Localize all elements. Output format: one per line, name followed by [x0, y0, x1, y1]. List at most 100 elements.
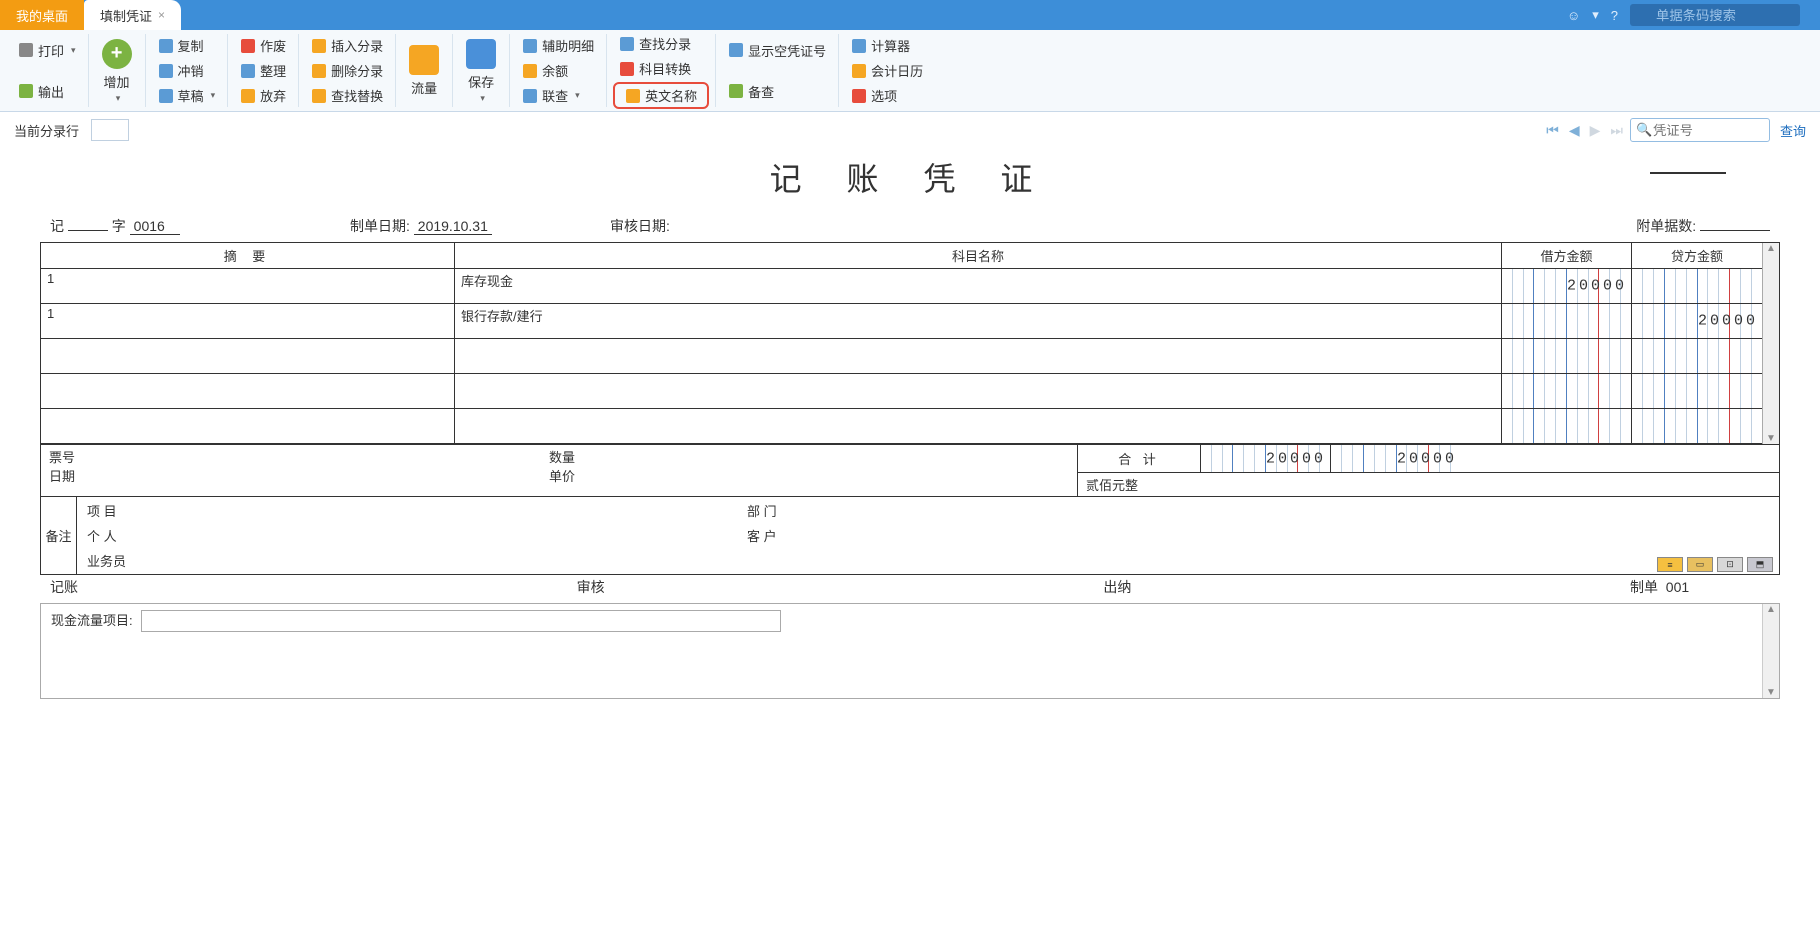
- sig-maker-value: 001: [1666, 579, 1689, 595]
- scroll-down-icon[interactable]: ▼: [1763, 687, 1779, 698]
- total-label: 合 计: [1078, 445, 1201, 472]
- smile-icon[interactable]: ☺: [1567, 8, 1580, 23]
- linked-query-button[interactable]: 联查: [516, 84, 600, 107]
- summary-cell[interactable]: [41, 374, 455, 408]
- tab-voucher-label: 填制凭证: [100, 6, 152, 25]
- find-replace-button[interactable]: 查找替换: [305, 84, 389, 107]
- sig-cashier: 出纳: [1103, 577, 1630, 597]
- summary-cell[interactable]: [41, 409, 455, 443]
- credit-cell[interactable]: 20000: [1632, 304, 1762, 338]
- sig-audit: 审核: [577, 577, 1104, 597]
- account-cell[interactable]: 银行存款/建行: [455, 304, 1502, 338]
- debit-cell[interactable]: [1502, 409, 1632, 443]
- price-label: 单价: [549, 466, 575, 485]
- attachments-field[interactable]: [1700, 230, 1770, 231]
- void-button[interactable]: 作废: [234, 34, 292, 57]
- debit-cell[interactable]: [1502, 374, 1632, 408]
- credit-cell[interactable]: [1632, 339, 1762, 373]
- aux-detail-button[interactable]: 辅助明细: [516, 34, 600, 57]
- table-row: 1 库存现金 20000: [41, 269, 1762, 304]
- dept-label: 部 门: [747, 501, 777, 520]
- mini-toolbar: ≡ ▭ ⊡ ⬒: [1657, 557, 1773, 572]
- english-name-button[interactable]: 英文名称: [619, 84, 703, 107]
- mini-btn-3[interactable]: ⊡: [1717, 557, 1743, 572]
- credit-cell[interactable]: [1632, 374, 1762, 408]
- account-cell[interactable]: [455, 339, 1502, 373]
- scroll-up-icon[interactable]: ▲: [1763, 604, 1779, 615]
- audit-doc-button[interactable]: 备查: [722, 80, 832, 103]
- tab-desktop[interactable]: 我的桌面: [0, 0, 84, 30]
- amount-words: 贰佰元整: [1078, 473, 1779, 496]
- current-entry-label: 当前分录行: [14, 121, 79, 140]
- salesman-label: 业务员: [87, 551, 747, 570]
- mini-btn-2[interactable]: ▭: [1687, 557, 1713, 572]
- mini-btn-1[interactable]: ≡: [1657, 557, 1683, 572]
- query-link[interactable]: 查询: [1780, 121, 1806, 140]
- cashflow-input[interactable]: [141, 610, 781, 632]
- ribbon-toolbar: 打印 输出 +增加 复制 冲销 草稿 作废 整理 放弃 插入分录 删除分录 查找…: [0, 30, 1820, 112]
- show-empty-button[interactable]: 显示空凭证号: [722, 39, 832, 62]
- tab-voucher[interactable]: 填制凭证 ×: [84, 0, 181, 30]
- close-icon[interactable]: ×: [158, 8, 165, 22]
- top-tab-bar: 我的桌面 填制凭证 × ☺ ▾ ? 🔍: [0, 0, 1820, 30]
- total-credit-cell: 20000: [1331, 445, 1461, 472]
- output-button[interactable]: 输出: [12, 80, 82, 103]
- scroll-down-icon[interactable]: ▼: [1763, 433, 1779, 444]
- make-date-field[interactable]: 2019.10.31: [414, 218, 492, 235]
- col-credit-header: 贷方金额: [1632, 243, 1762, 268]
- voucher-panel: 记 账 凭 证 记 字 0016 制单日期: 2019.10.31 审核日期: …: [0, 148, 1820, 699]
- mini-btn-4[interactable]: ⬒: [1747, 557, 1773, 572]
- nav-prev-icon[interactable]: ◀: [1566, 120, 1583, 141]
- options-button[interactable]: 选项: [845, 84, 929, 107]
- scroll-up-icon[interactable]: ▲: [1763, 243, 1779, 254]
- summary-cell[interactable]: 1: [41, 304, 455, 338]
- acct-convert-button[interactable]: 科目转换: [613, 57, 709, 80]
- project-label: 项 目: [87, 501, 747, 520]
- summary-cell[interactable]: [41, 339, 455, 373]
- find-entry-button[interactable]: 查找分录: [613, 32, 709, 55]
- current-entry-input[interactable]: [91, 119, 129, 141]
- table-row: 1 银行存款/建行 20000: [41, 304, 1762, 339]
- account-cell[interactable]: 库存现金: [455, 269, 1502, 303]
- person-label: 个 人: [87, 526, 747, 545]
- tidy-button[interactable]: 整理: [234, 59, 292, 82]
- nav-last-icon[interactable]: ⏭: [1607, 120, 1626, 141]
- abandon-button[interactable]: 放弃: [234, 84, 292, 107]
- acct-calendar-button[interactable]: 会计日历: [845, 59, 929, 82]
- print-button[interactable]: 打印: [12, 39, 82, 62]
- delete-entry-button[interactable]: 删除分录: [305, 59, 389, 82]
- cashflow-panel: 现金流量项目: ▲ ▼: [40, 603, 1780, 699]
- credit-cell[interactable]: [1632, 409, 1762, 443]
- credit-cell[interactable]: [1632, 269, 1762, 303]
- copy-button[interactable]: 复制: [152, 34, 222, 57]
- account-cell[interactable]: [455, 409, 1502, 443]
- remark-label: 备注: [41, 497, 77, 574]
- calculator-button[interactable]: 计算器: [845, 34, 929, 57]
- help-icon[interactable]: ?: [1611, 8, 1618, 23]
- summary-cell[interactable]: 1: [41, 269, 455, 303]
- total-debit-cell: 20000: [1201, 445, 1331, 472]
- qty-label: 数量: [549, 447, 575, 466]
- debit-cell[interactable]: [1502, 339, 1632, 373]
- account-cell[interactable]: [455, 374, 1502, 408]
- debit-cell[interactable]: 20000: [1502, 269, 1632, 303]
- table-row: [41, 374, 1762, 409]
- date-label: 日期: [49, 466, 549, 485]
- barcode-search-input[interactable]: [1630, 4, 1800, 26]
- voucher-number[interactable]: 0016: [130, 218, 180, 235]
- balance-button[interactable]: 余额: [516, 59, 600, 82]
- dropdown-icon[interactable]: ▾: [1592, 7, 1599, 23]
- draft-button[interactable]: 草稿: [152, 84, 222, 107]
- insert-entry-button[interactable]: 插入分录: [305, 34, 389, 57]
- nav-first-icon[interactable]: ⏮: [1543, 120, 1562, 141]
- grid-scrollbar[interactable]: ▲ ▼: [1762, 243, 1779, 444]
- signature-row: 记账 审核 出纳 制单 001: [40, 575, 1780, 599]
- add-button[interactable]: +增加: [95, 36, 139, 106]
- flow-button[interactable]: 流量: [402, 42, 446, 99]
- debit-cell[interactable]: [1502, 304, 1632, 338]
- save-button[interactable]: 保存: [459, 36, 503, 106]
- offset-button[interactable]: 冲销: [152, 59, 222, 82]
- col-account-header: 科目名称: [455, 243, 1502, 268]
- nav-next-icon[interactable]: ▶: [1587, 120, 1604, 141]
- cashflow-scrollbar[interactable]: ▲ ▼: [1762, 604, 1779, 698]
